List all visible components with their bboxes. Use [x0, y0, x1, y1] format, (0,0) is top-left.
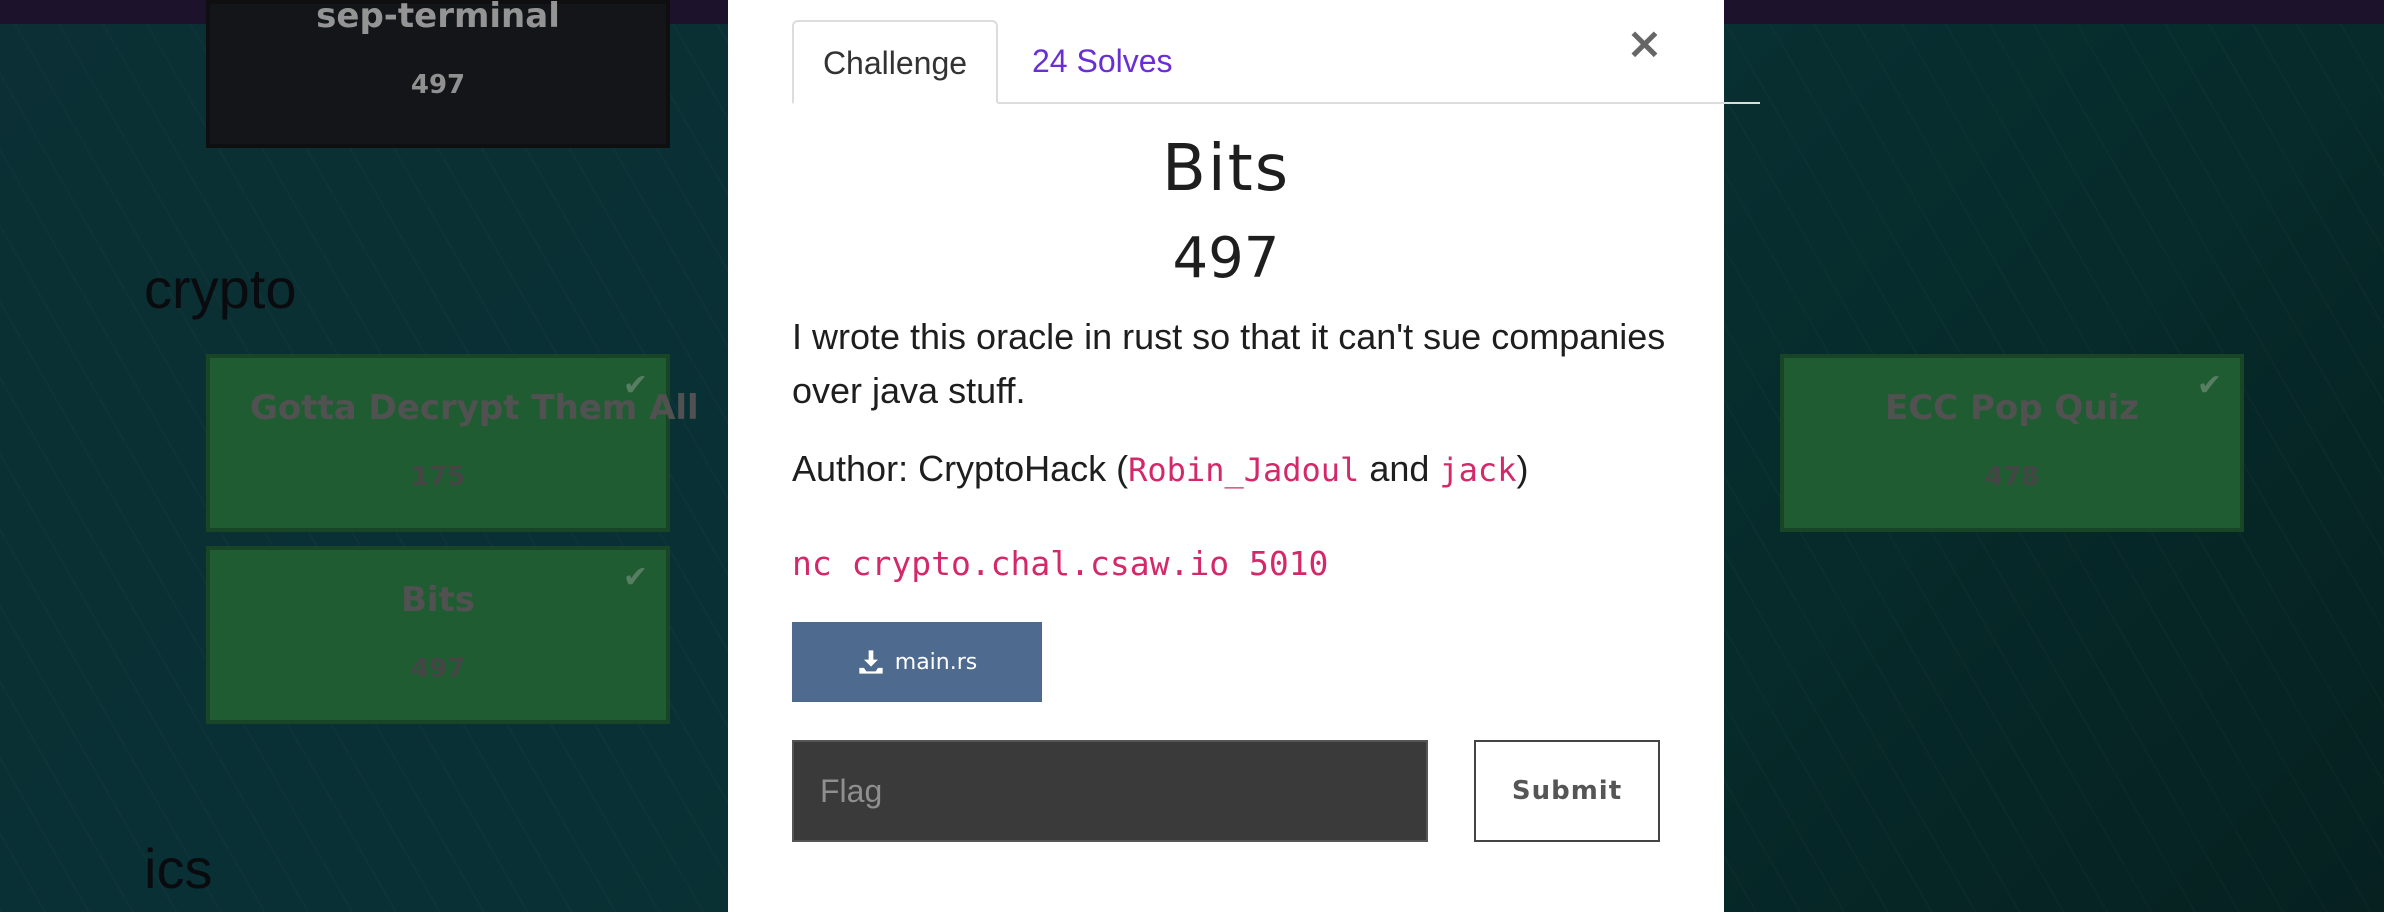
download-icon	[859, 650, 883, 674]
tab-solves[interactable]: 24 Solves	[1032, 20, 1173, 104]
author-name-robin-jadoul: Robin_Jadoul	[1128, 451, 1360, 489]
challenge-author: Author: CryptoHack (Robin_Jadoul and jac…	[792, 448, 1528, 490]
author-joiner: and	[1359, 448, 1440, 489]
author-prefix: Author: CryptoHack (	[792, 448, 1129, 489]
download-file-button[interactable]: main.rs	[792, 622, 1042, 702]
modal-tabs: Challenge 24 Solves	[792, 20, 1760, 104]
close-icon[interactable]: ×	[1626, 18, 1663, 69]
flag-input[interactable]	[792, 740, 1428, 842]
author-name-jack: jack	[1439, 451, 1517, 489]
tab-challenge[interactable]: Challenge	[792, 20, 998, 104]
challenge-description: I wrote this oracle in rust so that it c…	[792, 316, 1666, 411]
connection-command: nc crypto.chal.csaw.io 5010	[792, 544, 1329, 583]
submit-button[interactable]: Submit	[1474, 740, 1660, 842]
challenge-modal: Challenge 24 Solves × Bits 497 I wrote t…	[728, 0, 1760, 912]
challenge-title: Bits	[1161, 132, 1291, 206]
download-file-label: main.rs	[894, 649, 978, 675]
challenge-value: 497	[1172, 226, 1280, 291]
author-suffix: )	[1516, 448, 1529, 489]
